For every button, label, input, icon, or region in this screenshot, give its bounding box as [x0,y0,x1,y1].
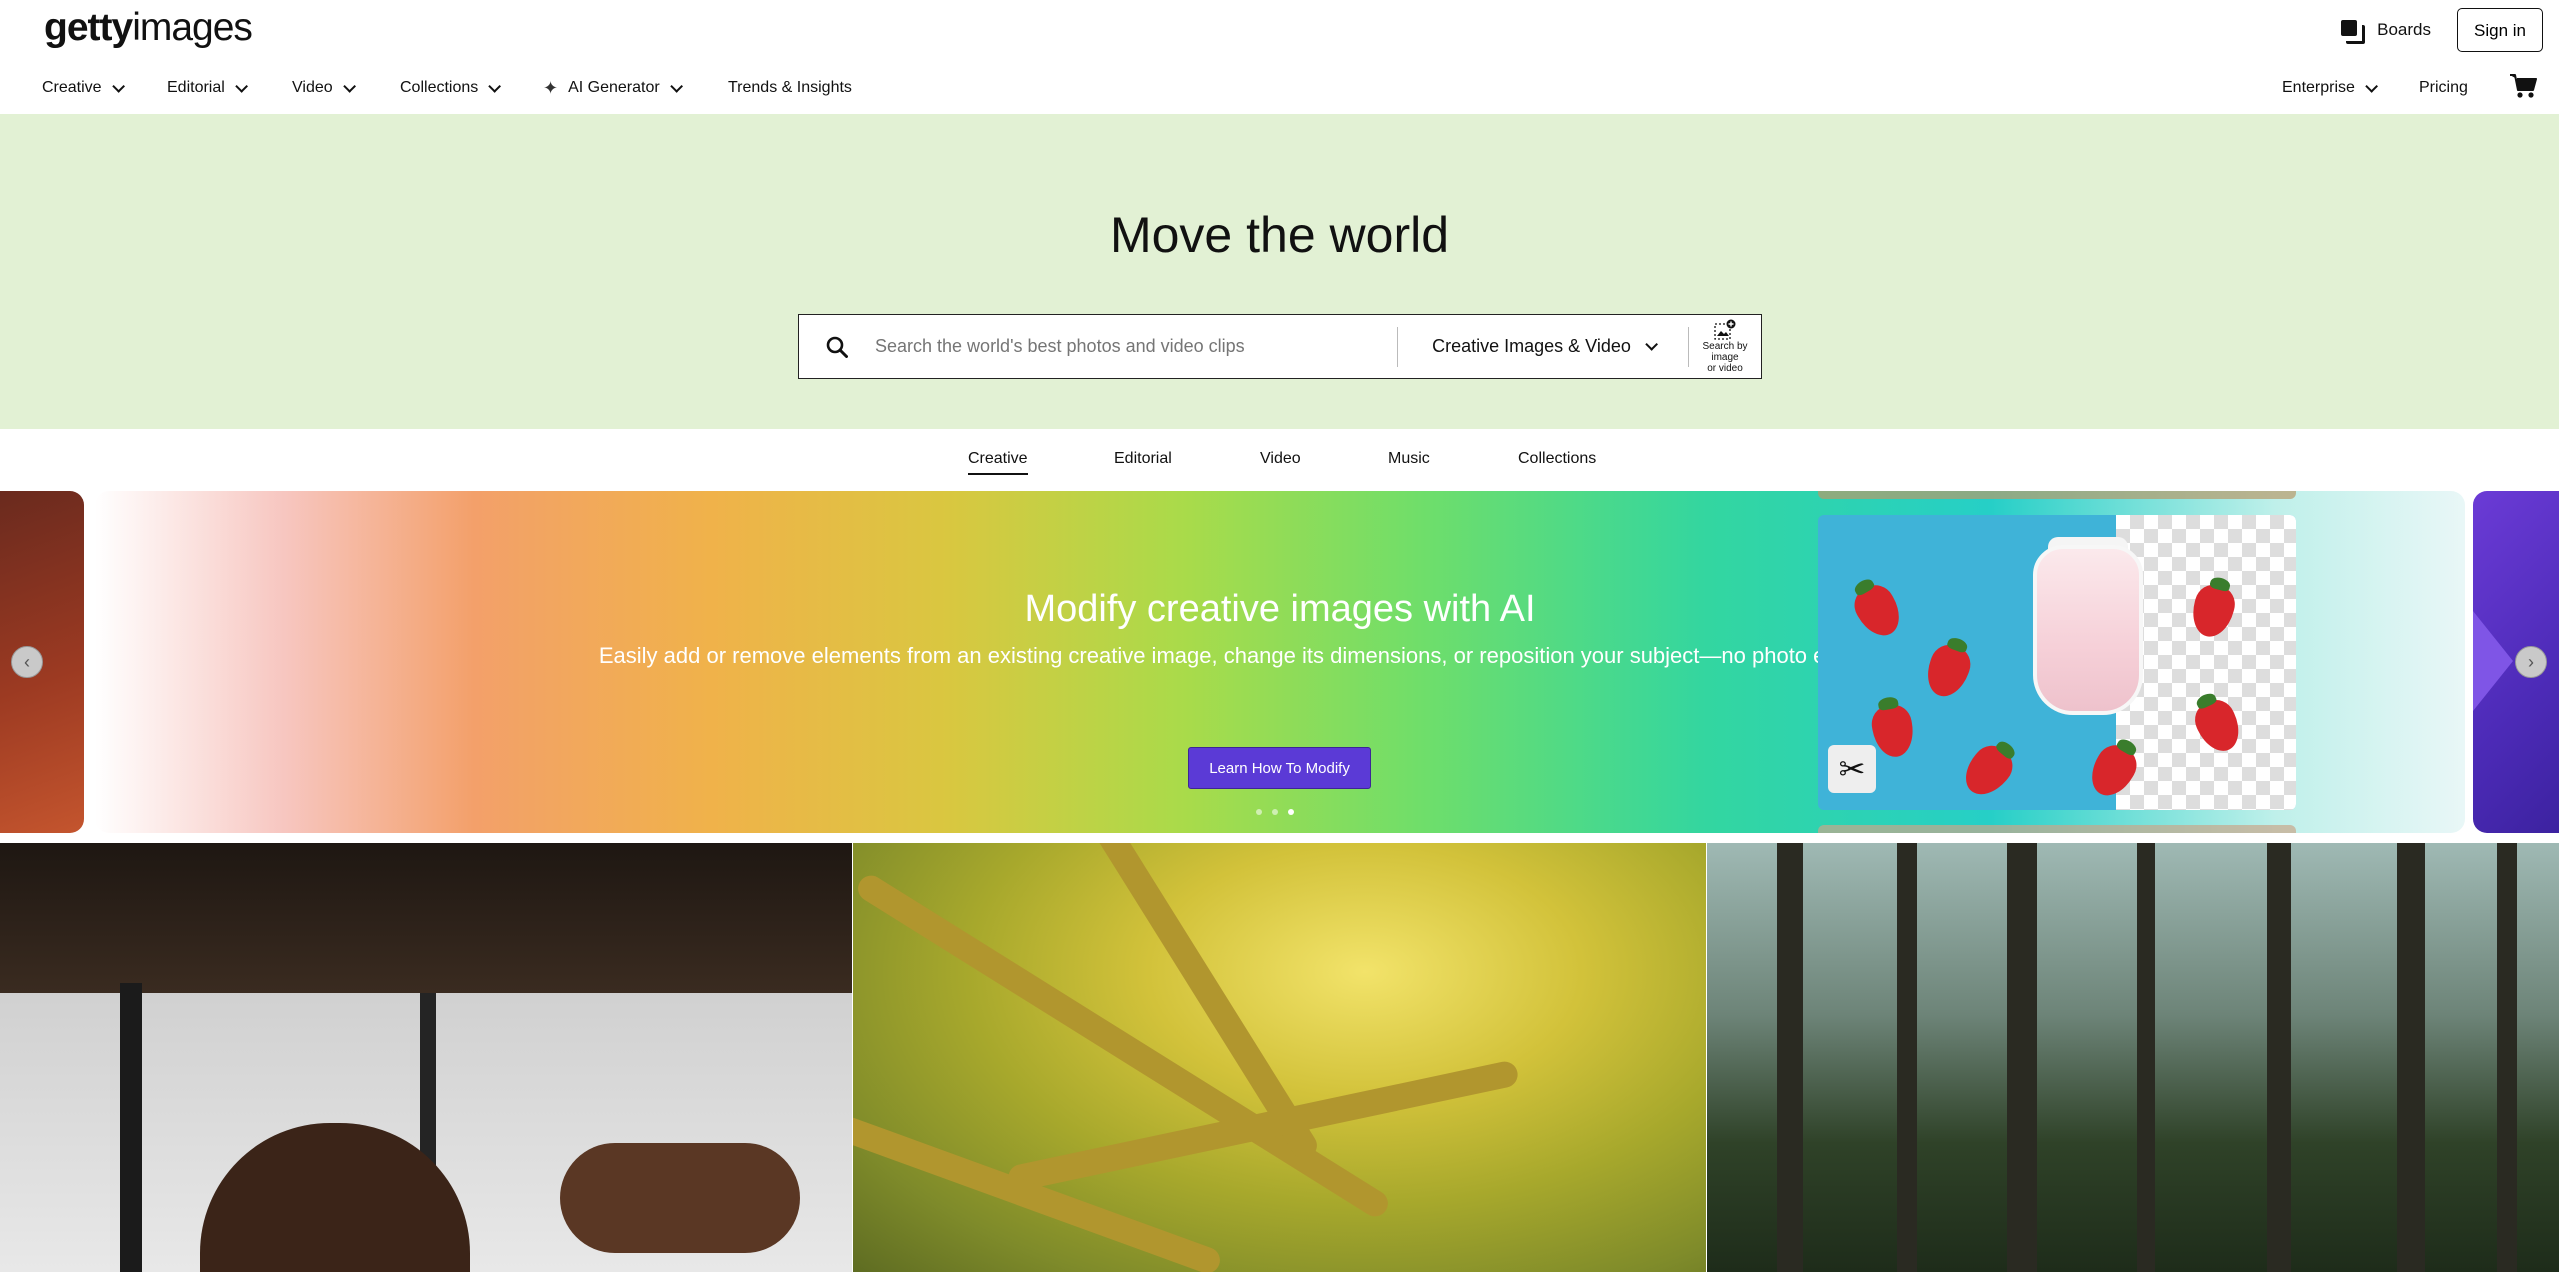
sparkle-icon: ✦ [543,77,559,98]
photo-forest[interactable] [1707,843,2559,1272]
sign-in-button[interactable]: Sign in [2457,8,2543,52]
tree-trunk [1777,843,1803,1272]
chevron-down-icon [1645,338,1658,351]
photo-grid [0,843,2559,1272]
smoothie-jar [2033,545,2143,715]
nav-collections-label: Collections [400,79,479,96]
window-frame [120,983,142,1272]
tree-trunk [2007,843,2037,1272]
hero-section: Move the world Creative Images & Video S… [0,114,2559,429]
chevron-right-icon: › [2528,651,2534,672]
boards-link[interactable]: Boards [2341,20,2432,44]
nav-ai-generator[interactable]: ✦ AI Generator [543,70,683,106]
person-arm [560,1143,800,1253]
search-input[interactable] [875,326,1335,367]
nav-collections[interactable]: Collections [400,70,502,106]
vehicle-roof [0,843,852,993]
site-header: gettyimages Boards Sign in Creative Edit… [0,0,2559,114]
search-by-image-line1: Search by image [1702,341,1748,363]
carousel-dots [1256,809,1294,815]
hero-title: Move the world [1109,207,1450,263]
search-by-image-button[interactable]: Search by image or video [1689,316,1761,378]
nav-editorial-label: Editorial [167,79,225,96]
carousel-dot[interactable] [1256,809,1262,815]
nav-video[interactable]: Video [292,70,356,106]
promo-image-strip [1818,825,2296,833]
chevron-left-icon: ‹ [24,651,30,672]
main-nav: Creative Editorial Video Collections ✦ A… [0,70,2559,106]
nav-trends-label: Trends & Insights [728,79,852,96]
nav-editorial[interactable]: Editorial [167,70,248,106]
photo-man-in-vehicle[interactable] [0,843,852,1272]
chevron-down-icon [669,79,683,93]
chevron-down-icon [111,79,125,93]
search-icon[interactable] [799,316,875,378]
tab-video[interactable]: Video [1260,450,1301,473]
boards-icon [2341,20,2366,44]
nav-ai-generator-label: AI Generator [568,79,660,96]
carousel-dot-active[interactable] [1288,809,1294,815]
promo-image-strip [1818,491,2296,499]
tab-collections[interactable]: Collections [1518,450,1596,473]
tree-trunk [2137,843,2155,1272]
tree-trunk [2267,843,2291,1272]
strawberry [1920,639,1976,703]
tree-trunk [1897,843,1917,1272]
tab-creative[interactable]: Creative [968,450,1028,475]
transparency-grid [2116,515,2296,810]
strawberry-smoothie-image: ✂ [1818,515,2296,810]
nav-enterprise[interactable]: Enterprise [2282,70,2378,106]
photo-tree-branches[interactable] [853,843,1706,1272]
nav-pricing-label: Pricing [2419,79,2468,96]
nav-pricing[interactable]: Pricing [2419,70,2468,106]
header-actions: Boards Sign in [2341,8,2543,52]
search-bar: Creative Images & Video Search by image … [798,314,1762,379]
content-tabs: Creative Editorial Video Music Collectio… [0,429,2559,491]
nav-trends-insights[interactable]: Trends & Insights [728,70,852,106]
boards-label: Boards [2377,20,2432,39]
strawberry [1955,738,2021,804]
tab-music[interactable]: Music [1388,450,1430,473]
tree-trunk [2397,843,2425,1272]
search-by-image-line2: or video [1707,363,1743,374]
promo-carousel: ‹ Modify creative images with AI Easily … [0,491,2559,833]
nav-creative[interactable]: Creative [42,70,125,106]
learn-how-to-modify-button[interactable]: Learn How To Modify [1188,747,1371,789]
chevron-down-icon [488,79,502,93]
cart-icon[interactable] [2509,72,2537,100]
search-scope-value: Creative Images & Video [1432,336,1631,356]
chevron-down-icon [342,79,356,93]
nav-creative-label: Creative [42,79,102,96]
nav-enterprise-label: Enterprise [2282,79,2355,96]
tree-trunk [2497,843,2517,1272]
scissors-icon: ✂ [1828,745,1876,793]
getty-images-logo[interactable]: gettyimages [44,6,253,50]
tab-editorial[interactable]: Editorial [1114,450,1172,473]
carousel-next-button[interactable]: › [2515,646,2547,678]
carousel-prev-button[interactable]: ‹ [11,646,43,678]
chevron-down-icon [235,79,248,93]
strawberry [1847,578,1909,644]
carousel-dot[interactable] [1272,809,1278,815]
chevron-down-icon [2365,79,2378,93]
nav-video-label: Video [292,79,333,96]
strawberry [1868,701,1918,761]
search-scope-dropdown[interactable]: Creative Images & Video [1398,316,1688,378]
image-search-icon [1714,319,1736,340]
